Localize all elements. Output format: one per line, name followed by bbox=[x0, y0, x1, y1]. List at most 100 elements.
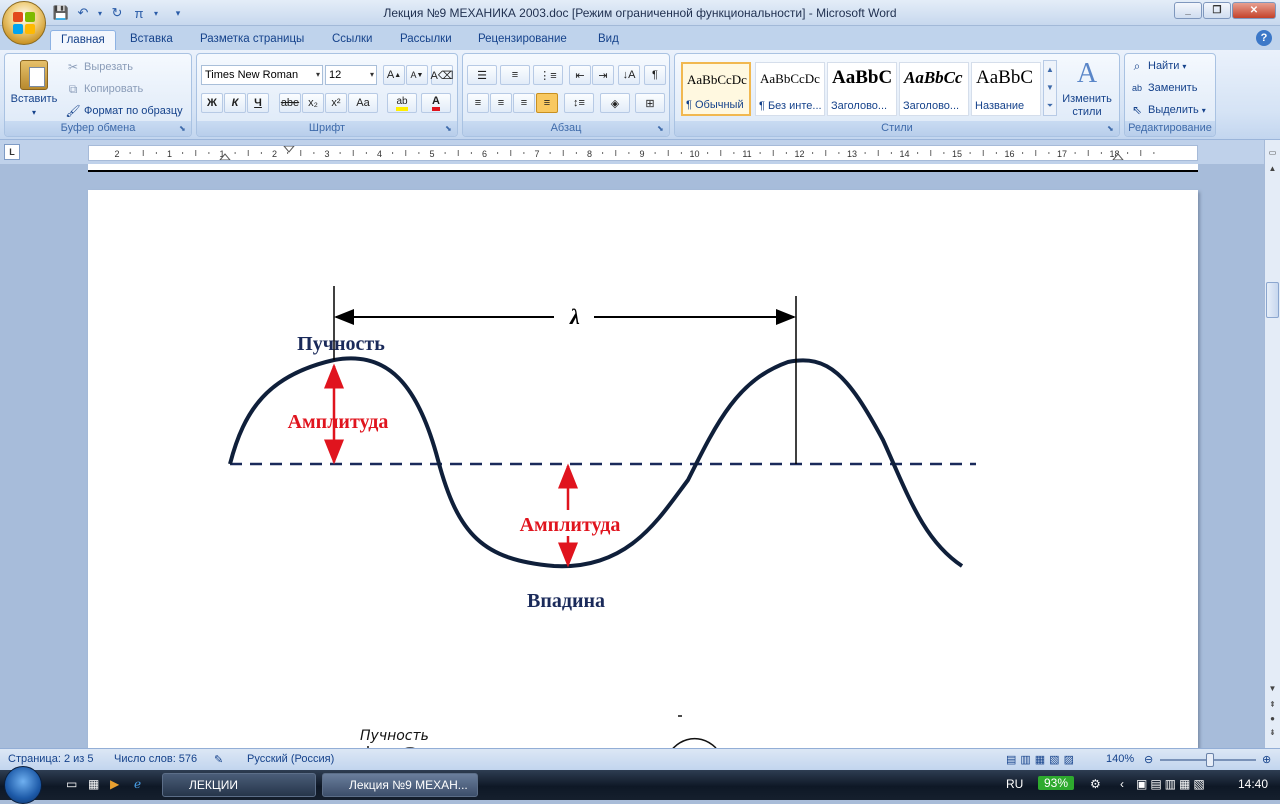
clipboard-launcher-icon[interactable]: ⬊ bbox=[179, 124, 189, 134]
change-styles-icon: A bbox=[1076, 58, 1098, 89]
font-color-button[interactable]: A bbox=[421, 93, 451, 113]
sort-button[interactable]: ↓A bbox=[618, 65, 640, 85]
justify-icon: ≡ bbox=[543, 97, 551, 109]
shrink-font-button[interactable]: A ▼ bbox=[406, 65, 428, 85]
close-button[interactable]: ✕ bbox=[1232, 2, 1276, 19]
font-launcher-icon[interactable]: ⬊ bbox=[445, 124, 455, 134]
borders-button[interactable]: ⊞ bbox=[635, 93, 665, 113]
decrease-indent-button[interactable]: ⇤ bbox=[569, 65, 591, 85]
language-indicator[interactable]: Русский (Россия) bbox=[247, 753, 334, 765]
zoom-in-icon[interactable]: ⊕ bbox=[1262, 753, 1271, 766]
word-count[interactable]: Число слов: 576 bbox=[114, 753, 197, 765]
indent-markers[interactable] bbox=[218, 145, 1125, 161]
page-count[interactable]: Страница: 2 из 5 bbox=[8, 753, 94, 765]
minimize-button[interactable]: _ bbox=[1174, 2, 1202, 19]
style-no-spacing[interactable]: AaBbCcDc ¶ Без инте... bbox=[755, 62, 825, 116]
find-button[interactable]: ⌕ Найти ▾ bbox=[1129, 58, 1187, 74]
tab-selector-button[interactable]: L bbox=[4, 144, 20, 160]
status-bar: Страница: 2 из 5 Число слов: 576 ✎ Русск… bbox=[0, 748, 1280, 770]
font-name-combo[interactable]: Times New Roman ▾ bbox=[201, 65, 323, 85]
taskbar-item-lectures[interactable]: ЛЕКЦИИ bbox=[162, 773, 316, 797]
bullets-button[interactable]: ☰ bbox=[467, 65, 497, 85]
restore-button[interactable]: ❐ bbox=[1203, 2, 1231, 19]
ruler-area: L 2 1 1 2 3 4 5 6 7 8 9 10 11 12 13 14 15 16 17 18 bbox=[0, 140, 1280, 164]
start-button[interactable] bbox=[4, 766, 42, 804]
tab-insert[interactable]: Вставка bbox=[120, 30, 183, 50]
align-right-button[interactable]: ≡ bbox=[513, 93, 535, 113]
language-bar[interactable]: RU bbox=[1006, 777, 1023, 791]
format-painter-button[interactable]: 🖌 Формат по образцу bbox=[65, 103, 182, 119]
style-heading-2[interactable]: AaBbCc Заголово... bbox=[899, 62, 969, 116]
tray-icons[interactable]: ▣▤▥▦▧ bbox=[1136, 777, 1208, 791]
tab-view[interactable]: Вид bbox=[588, 30, 629, 50]
tab-references[interactable]: Ссылки bbox=[322, 30, 383, 50]
help-icon[interactable]: ? bbox=[1256, 30, 1272, 46]
paste-icon bbox=[20, 60, 48, 90]
style-heading-1[interactable]: AaBbC Заголово... bbox=[827, 62, 897, 116]
zoom-slider-thumb[interactable] bbox=[1206, 753, 1214, 767]
subscript-button[interactable]: x₂ bbox=[302, 93, 324, 113]
ie-icon[interactable]: ℯ bbox=[134, 777, 141, 791]
underline-button[interactable]: Ч bbox=[247, 93, 269, 113]
show-desktop-icon[interactable]: ▭ bbox=[66, 777, 77, 791]
explorer-icon[interactable]: ▦ bbox=[88, 777, 99, 791]
document-page[interactable]: λ Пучность Амплитуда Амплитуда Впадина П… bbox=[88, 190, 1198, 748]
align-left-button[interactable]: ≡ bbox=[467, 93, 489, 113]
ruler-number: 7 bbox=[534, 149, 539, 159]
paste-button[interactable]: Вставить ▾ bbox=[9, 60, 59, 117]
view-ruler-icon[interactable]: ▭ bbox=[1266, 148, 1279, 162]
replace-button[interactable]: ab Заменить bbox=[1129, 80, 1197, 96]
zoom-level[interactable]: 140% bbox=[1106, 753, 1134, 765]
line-spacing-button[interactable]: ↕≡ bbox=[564, 93, 594, 113]
styles-scroll[interactable]: ▲ ▼ ⏷ bbox=[1043, 60, 1057, 116]
align-right-icon: ≡ bbox=[520, 97, 528, 109]
paragraph-launcher-icon[interactable]: ⬊ bbox=[657, 124, 667, 134]
clear-format-button[interactable]: A⌫ bbox=[431, 65, 453, 85]
justify-button[interactable]: ≡ bbox=[536, 93, 558, 113]
grow-font-button[interactable]: A ▲ bbox=[383, 65, 405, 85]
superscript-button[interactable]: x² bbox=[325, 93, 347, 113]
copy-button[interactable]: ⧉ Копировать bbox=[65, 81, 144, 97]
tray-icon[interactable]: ⚙ bbox=[1090, 777, 1101, 791]
style-normal[interactable]: AaBbCcDc ¶ Обычный bbox=[681, 62, 751, 116]
tray-expand-icon[interactable]: ‹ bbox=[1120, 777, 1124, 791]
select-button[interactable]: ⇖ Выделить ▾ bbox=[1129, 102, 1206, 118]
shading-button[interactable]: ◈ bbox=[600, 93, 630, 113]
italic-button[interactable]: К bbox=[224, 93, 246, 113]
numbering-button[interactable]: ≡ bbox=[500, 65, 530, 85]
ruler-number: 1 bbox=[167, 149, 172, 159]
vertical-scrollbar[interactable]: ▭ ▲ ▼ ⇞ ● ⇟ bbox=[1264, 140, 1280, 748]
proofing-icon[interactable]: ✎ bbox=[214, 753, 223, 766]
view-buttons[interactable]: ▤▥▦▧▨ bbox=[1006, 753, 1078, 766]
styles-launcher-icon[interactable]: ⬊ bbox=[1107, 124, 1117, 134]
tab-review[interactable]: Рецензирование bbox=[468, 30, 577, 50]
tab-mailings[interactable]: Рассылки bbox=[390, 30, 462, 50]
font-size-combo[interactable]: 12 ▾ bbox=[325, 65, 377, 85]
taskbar-item-word[interactable]: Лекция №9 МЕХАН... bbox=[322, 773, 478, 797]
align-center-button[interactable]: ≡ bbox=[490, 93, 512, 113]
increase-indent-button[interactable]: ⇥ bbox=[592, 65, 614, 85]
highlight-button[interactable]: ab bbox=[387, 93, 417, 113]
bold-button[interactable]: Ж bbox=[201, 93, 223, 113]
browse-object-icon[interactable]: ● bbox=[1266, 714, 1279, 728]
zoom-out-icon[interactable]: ⊖ bbox=[1144, 753, 1153, 766]
previous-page-icon[interactable]: ⇞ bbox=[1266, 700, 1279, 714]
strikethrough-button[interactable]: abe bbox=[279, 93, 301, 113]
tab-page-layout[interactable]: Разметка страницы bbox=[190, 30, 314, 50]
cut-button[interactable]: ✂ Вырезать bbox=[65, 59, 133, 75]
clock[interactable]: 14:40 bbox=[1238, 777, 1268, 791]
change-styles-button[interactable]: A Изменить стили bbox=[1059, 58, 1115, 119]
change-case-button[interactable]: Aa bbox=[348, 93, 378, 113]
multilevel-list-button[interactable]: ⋮≡ bbox=[533, 65, 563, 85]
style-title[interactable]: AaBbC Название bbox=[971, 62, 1041, 116]
scroll-thumb[interactable] bbox=[1266, 282, 1279, 318]
tab-home[interactable]: Главная bbox=[50, 30, 116, 51]
battery-indicator[interactable]: 93% bbox=[1038, 776, 1075, 790]
scroll-down-icon[interactable]: ▼ bbox=[1266, 684, 1279, 698]
horizontal-ruler[interactable]: 2 1 1 2 3 4 5 6 7 8 9 10 11 12 13 14 15 16 17 18 bbox=[88, 145, 1198, 161]
show-marks-button[interactable]: ¶ bbox=[644, 65, 666, 85]
scroll-up-icon[interactable]: ▲ bbox=[1266, 164, 1279, 178]
office-button[interactable] bbox=[2, 1, 46, 45]
next-page-icon[interactable]: ⇟ bbox=[1266, 728, 1279, 742]
media-player-icon[interactable]: ▶ bbox=[110, 777, 119, 791]
